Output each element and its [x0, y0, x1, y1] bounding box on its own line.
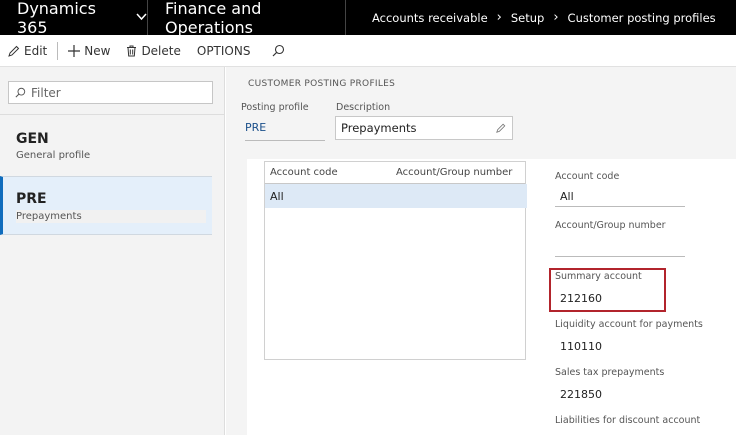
- description-field[interactable]: Prepayments: [335, 116, 513, 140]
- posting-grid: Account code Account/Group number All: [264, 161, 527, 360]
- sales-tax-field[interactable]: 221850: [560, 388, 602, 401]
- list-item-description: Prepayments: [16, 210, 206, 223]
- main-content: CUSTOMER POSTING PROFILES Posting profil…: [226, 67, 736, 435]
- description-value: Prepayments: [341, 121, 417, 135]
- trash-icon: [127, 45, 137, 56]
- field-underline: [555, 256, 685, 257]
- brand-title: Dynamics 365: [17, 0, 96, 37]
- list-item-gen[interactable]: GEN General profile: [0, 117, 212, 176]
- action-toolbar: Edit New Delete OPTIONS: [0, 35, 736, 67]
- summary-account-highlight: [549, 268, 666, 312]
- search-button[interactable]: [258, 35, 297, 67]
- app-switcher[interactable]: Dynamics 365: [0, 0, 148, 37]
- field-underline: [555, 206, 685, 207]
- liquidity-account-label: Liquidity account for payments: [555, 319, 703, 330]
- list-item-code: GEN: [16, 131, 49, 147]
- sales-tax-label: Sales tax prepayments: [555, 367, 665, 378]
- posting-profile-label: Posting profile: [241, 102, 309, 113]
- cell-account-code: All: [270, 189, 284, 203]
- search-icon: [273, 44, 285, 57]
- edit-button[interactable]: Edit: [0, 35, 55, 67]
- breadcrumb-item[interactable]: Customer posting profiles: [568, 11, 716, 25]
- module-title: Finance and Operations: [148, 0, 346, 37]
- new-label: New: [84, 43, 111, 58]
- description-label: Description: [336, 102, 391, 113]
- list-item-code: PRE: [16, 191, 47, 207]
- list-item-pre[interactable]: PRE Prepayments: [0, 176, 212, 235]
- pencil-icon: [8, 45, 20, 57]
- posting-profile-field[interactable]: PRE: [245, 121, 325, 141]
- chevron-right-icon: ›: [553, 10, 559, 25]
- section-title: CUSTOMER POSTING PROFILES: [248, 79, 396, 89]
- list-item-description: General profile: [16, 150, 91, 161]
- breadcrumb-item[interactable]: Setup: [511, 11, 544, 25]
- column-header-account-group[interactable]: Account/Group number: [396, 167, 512, 178]
- new-button[interactable]: New: [60, 35, 118, 67]
- chevron-down-icon: [136, 11, 147, 24]
- liquidity-account-field[interactable]: 110110: [560, 340, 602, 353]
- account-code-label: Account code: [555, 171, 620, 182]
- delete-button[interactable]: Delete: [118, 35, 188, 67]
- column-header-account-code[interactable]: Account code: [265, 167, 396, 178]
- account-group-label: Account/Group number: [555, 220, 666, 231]
- account-code-field[interactable]: All: [560, 190, 574, 203]
- chevron-right-icon: ›: [496, 10, 502, 25]
- breadcrumb-item[interactable]: Accounts receivable: [372, 11, 488, 25]
- pencil-icon: [496, 123, 506, 133]
- filter-input[interactable]: Filter: [8, 81, 213, 104]
- plus-icon: [68, 44, 81, 57]
- options-button[interactable]: OPTIONS: [189, 35, 259, 67]
- top-nav-bar: Dynamics 365 Finance and Operations Acco…: [0, 0, 736, 37]
- divider: [0, 114, 225, 115]
- liabilities-discount-label: Liabilities for discount account: [555, 415, 701, 426]
- table-row[interactable]: All: [265, 184, 527, 208]
- toolbar-divider: [57, 41, 59, 60]
- filter-placeholder: Filter: [31, 85, 61, 100]
- grid-header: Account code Account/Group number: [265, 162, 525, 184]
- search-icon: [15, 87, 26, 98]
- delete-label: Delete: [141, 43, 181, 58]
- breadcrumb: Accounts receivable › Setup › Customer p…: [346, 10, 716, 25]
- edit-label: Edit: [24, 43, 48, 58]
- profile-list-panel: Filter GEN General profile PRE Prepaymen…: [0, 67, 225, 435]
